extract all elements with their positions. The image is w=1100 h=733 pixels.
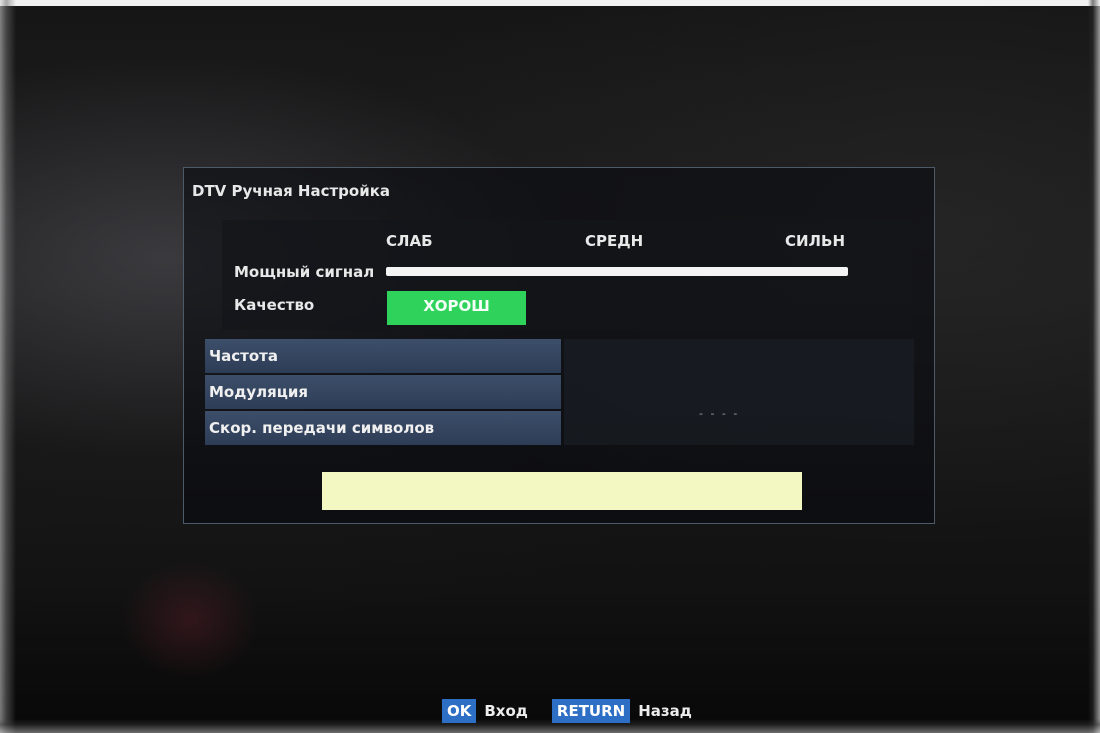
quality-badge: ХОРОШ bbox=[387, 291, 526, 325]
scale-label-medium: СРЕДН bbox=[585, 232, 644, 250]
info-value-placeholder: - - - - bbox=[699, 407, 740, 420]
scan-progress-bar bbox=[322, 472, 802, 510]
ok-key-badge[interactable]: OK bbox=[442, 699, 477, 723]
dtv-manual-tuning-dialog: DTV Ручная Настройка СЛАБ СРЕДН СИЛЬН Мо… bbox=[183, 167, 935, 524]
dialog-title: DTV Ручная Настройка bbox=[192, 182, 391, 200]
bezel-top bbox=[0, 0, 1100, 6]
scale-label-strong: СИЛЬН bbox=[785, 232, 846, 250]
info-list: Частота Модуляция Скор. передачи символо… bbox=[205, 339, 561, 447]
tv-screen: DTV Ручная Настройка СЛАБ СРЕДН СИЛЬН Мо… bbox=[0, 0, 1100, 733]
signal-strength-fill bbox=[386, 267, 848, 276]
info-row-frequency[interactable]: Частота bbox=[205, 339, 561, 373]
bezel-left bbox=[0, 0, 16, 733]
bezel-right bbox=[1088, 0, 1100, 733]
scale-label-weak: СЛАБ bbox=[386, 232, 433, 250]
info-row-modulation[interactable]: Модуляция bbox=[205, 375, 561, 409]
info-row-symbol-rate[interactable]: Скор. передачи символов bbox=[205, 411, 561, 445]
screen-reflection bbox=[120, 560, 260, 680]
signal-strength-label: Мощный сигнал bbox=[234, 263, 375, 281]
info-values-panel: - - - - bbox=[564, 339, 914, 445]
return-key-label: Назад bbox=[638, 702, 692, 720]
return-key-badge[interactable]: RETURN bbox=[551, 699, 631, 723]
ok-key-label: Вход bbox=[484, 702, 528, 720]
signal-strength-bar bbox=[386, 267, 848, 276]
quality-label: Качество bbox=[234, 296, 315, 314]
footer-hints: OK Вход RETURN Назад bbox=[442, 697, 692, 725]
